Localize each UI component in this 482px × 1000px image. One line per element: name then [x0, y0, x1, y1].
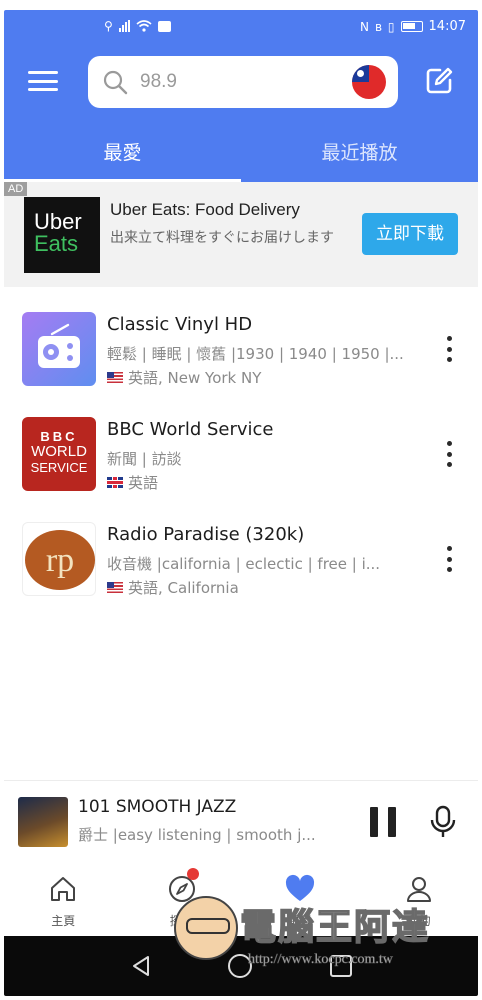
tab-label: 最近播放 — [321, 142, 398, 164]
logo-text: Uber — [34, 209, 82, 234]
nfc-icon: N — [359, 19, 369, 34]
nav-label: 我的 — [406, 914, 431, 928]
station-location: 英語 — [107, 472, 158, 493]
home-circle-icon[interactable] — [228, 954, 252, 978]
notification-badge — [186, 868, 199, 880]
list-item[interactable]: rp Radio Paradise (320k) 收音機 |california… — [4, 508, 478, 613]
tab-recent[interactable]: 最近播放 — [241, 128, 478, 182]
station-location: 英語, California — [107, 577, 239, 598]
nav-home[interactable]: 主頁 — [4, 862, 123, 936]
ad-banner[interactable]: AD Uber Eats Uber Eats: Food Delivery 出来… — [4, 182, 478, 287]
station-tags: 新聞 | 訪談 — [107, 450, 182, 468]
app-header: ⚲ N ʙ ▯ 14:07 98.9 最愛 最近播放 — [4, 10, 478, 182]
station-name: Radio Paradise (320k) — [107, 524, 305, 545]
location-text: 英語, California — [128, 579, 239, 597]
heart-icon — [286, 874, 315, 901]
station-tags: 收音機 |california | eclectic | free | i... — [107, 555, 381, 573]
album-art — [18, 797, 68, 847]
status-bar: ⚲ N ʙ ▯ 14:07 — [4, 10, 478, 44]
usb-icon: ⚲ — [104, 19, 113, 33]
battery-icon — [400, 21, 423, 32]
status-icons-left: ⚲ — [104, 19, 171, 33]
location-text: 英語 — [128, 474, 159, 492]
us-flag-icon — [107, 582, 123, 593]
radio-paradise-logo: rp — [25, 530, 95, 590]
clock: 14:07 — [428, 19, 466, 34]
bluetooth-icon: ʙ — [374, 19, 382, 34]
station-tags: 輕鬆 | 睡眠 | 懷舊 |1930 | 1940 | 1950 |... — [107, 345, 404, 363]
more-options-button[interactable] — [444, 336, 454, 362]
tab-favorites[interactable]: 最愛 — [4, 128, 241, 182]
search-bar[interactable]: 98.9 — [88, 56, 398, 108]
tab-label: 最愛 — [103, 142, 142, 164]
tab-bar: 最愛 最近播放 — [4, 128, 478, 182]
ad-description: 出来立て料理をすぐにお届けします — [110, 230, 334, 246]
vibrate-icon: ▯ — [387, 19, 395, 34]
taiwan-flag-icon[interactable] — [352, 65, 386, 99]
station-location: 英語, New York NY — [107, 367, 261, 388]
uber-eats-logo: Uber Eats — [24, 197, 100, 273]
us-flag-icon — [107, 372, 123, 383]
list-item[interactable]: BBC WORLD SERVICE BBC World Service 新聞 |… — [4, 403, 478, 508]
logo-text: rp — [46, 542, 74, 579]
edit-icon[interactable] — [424, 66, 454, 96]
menu-line — [28, 88, 58, 91]
now-playing-title: 101 SMOOTH JAZZ — [78, 797, 237, 817]
station-logo: rp — [22, 522, 96, 596]
uk-flag-icon — [107, 477, 123, 488]
station-list: Classic Vinyl HD 輕鬆 | 睡眠 | 懷舊 |1930 | 19… — [4, 298, 478, 613]
system-navigation-bar — [4, 936, 478, 996]
signal-icon — [118, 20, 130, 32]
logo-text: WORLD — [31, 443, 87, 460]
station-logo — [22, 312, 96, 386]
more-options-button[interactable] — [444, 441, 454, 467]
hamburger-menu-button[interactable] — [28, 68, 58, 94]
download-button[interactable]: 立即下載 — [362, 213, 458, 255]
nav-label: 探索 — [169, 914, 194, 928]
more-options-button[interactable] — [444, 546, 454, 572]
wifi-icon — [136, 20, 152, 32]
location-text: 英語, New York NY — [128, 369, 262, 387]
back-icon[interactable] — [130, 954, 152, 978]
recent-apps-icon[interactable] — [330, 955, 352, 977]
home-icon — [51, 877, 76, 901]
now-playing-tags: 爵士 |easy listening | smooth j... — [78, 826, 316, 844]
search-query[interactable]: 98.9 — [140, 71, 177, 93]
now-playing-bar[interactable]: 101 SMOOTH JAZZ 爵士 |easy listening | smo… — [4, 780, 478, 862]
microphone-icon[interactable] — [428, 805, 458, 839]
station-name: BBC World Service — [107, 419, 274, 440]
pause-button[interactable] — [370, 807, 396, 837]
nav-label: 主頁 — [51, 914, 76, 928]
logo-text: Eats — [34, 231, 79, 256]
nav-favorites[interactable]: 最愛 — [241, 862, 360, 936]
app-screen: ⚲ N ʙ ▯ 14:07 98.9 最愛 最近播放 AD Uber Eats … — [4, 10, 478, 996]
user-icon — [406, 877, 431, 902]
search-icon — [103, 70, 128, 95]
nav-profile[interactable]: 我的 — [360, 862, 479, 936]
ad-title: Uber Eats: Food Delivery — [110, 200, 300, 219]
status-icons-right: N ʙ ▯ 14:07 — [360, 19, 466, 34]
ad-tag: AD — [4, 182, 28, 196]
station-name: Classic Vinyl HD — [107, 314, 253, 335]
notification-icon — [157, 20, 171, 32]
menu-line — [28, 79, 58, 83]
station-logo: BBC WORLD SERVICE — [22, 417, 96, 491]
logo-text: BBC — [40, 429, 78, 444]
logo-text: SERVICE — [30, 460, 88, 475]
list-item[interactable]: Classic Vinyl HD 輕鬆 | 睡眠 | 懷舊 |1930 | 19… — [4, 298, 478, 403]
bottom-navigation: 主頁 探索 最愛 我的 — [4, 862, 478, 936]
nav-explore[interactable]: 探索 — [123, 862, 242, 936]
menu-line — [28, 71, 58, 74]
radio-icon — [38, 323, 80, 368]
nav-label: 最愛 — [288, 914, 313, 928]
